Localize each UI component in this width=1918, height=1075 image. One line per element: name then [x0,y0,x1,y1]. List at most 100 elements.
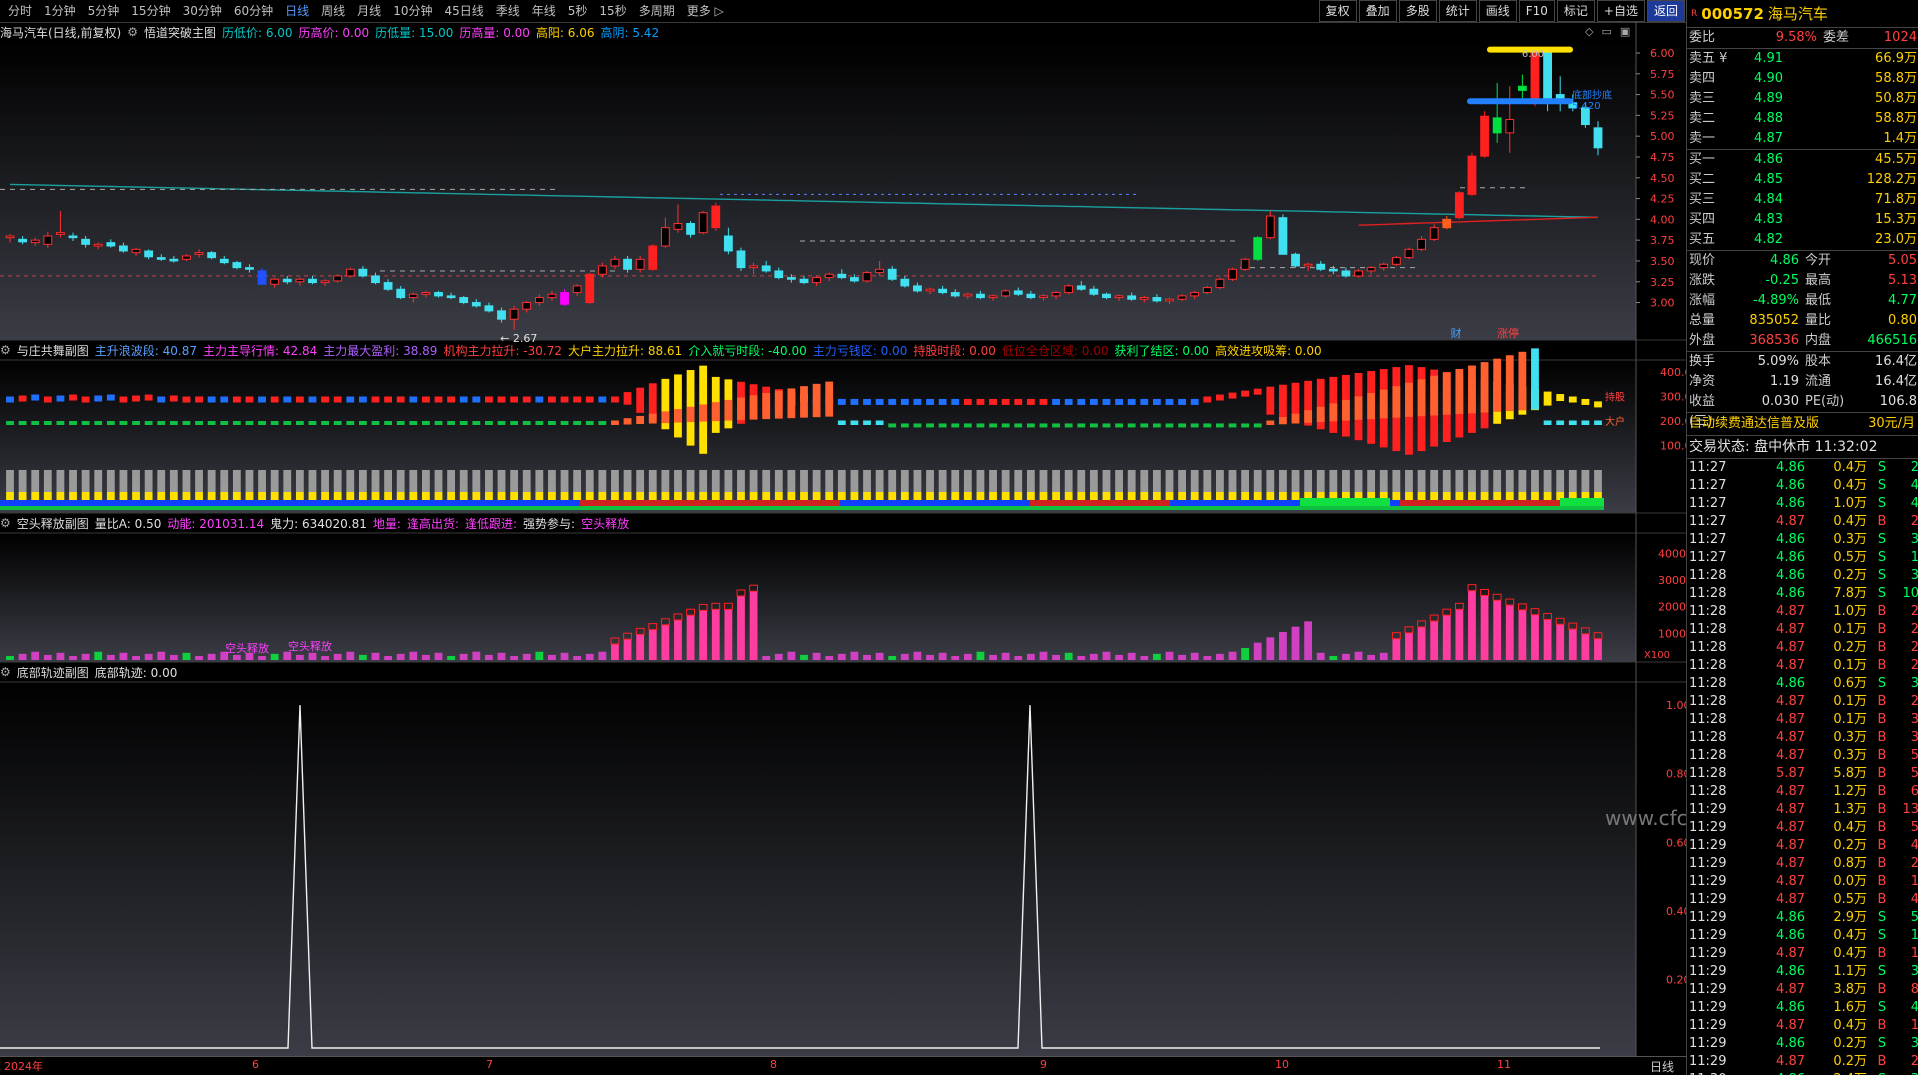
p2-gray-bar [132,470,140,492]
order-price: 4.82 [1754,232,1783,247]
p2-gray-bar [863,470,871,492]
p2-gray-bar [1241,470,1250,492]
year-label: 2024年 [4,1060,43,1073]
p2-gray-bar [1203,470,1212,492]
p2-gray-bar [510,470,519,492]
candle-body [1467,155,1477,195]
order-row[interactable]: 买三 4.84 71.8万 [1687,190,1918,210]
tick-price: 4.87 [1776,604,1805,619]
p2-lower-bar [447,421,456,425]
p2-yellow-band [585,492,594,500]
tick-volume: 5.8万 [1833,766,1867,781]
panel2-title[interactable]: 与庄共舞副图 [17,342,89,359]
tick-row: 11:29 4.86 0.4万 S1 [1687,927,1918,945]
chart-area[interactable]: 6.00 5.75 5.50 5.25 5.00 4.75 4.50 4.25 4.00 3.75… [0,0,1686,1075]
order-price: 4.87 [1754,131,1783,146]
tick-count: 3 [1897,567,1918,585]
p3-volume-bar [132,656,140,660]
order-row[interactable]: 卖三 4.89 50.8万 [1687,89,1918,109]
candle-body [635,258,645,270]
p2-yellow-band [18,492,27,500]
stock-name[interactable]: 海马汽车 [1768,3,1828,24]
p2-gray-bar [421,470,430,492]
price-tick: 6.00 [1650,47,1675,60]
order-row[interactable]: 买五 4.82 23.0万 [1687,230,1918,250]
order-row[interactable]: 卖二 4.88 58.8万 [1687,109,1918,129]
p2-lower-bar [232,421,241,425]
p3-volume-bar [598,651,607,660]
tick-count: 5 [1897,765,1918,783]
panel2-gear-icon[interactable]: ⚙ [0,343,11,357]
tick-volume: 1.0万 [1833,604,1867,619]
stat-row: 收益(三) 0.030 PE(动) 106.8 [1687,392,1918,429]
tick-volume: 0.4万 [1833,946,1867,961]
order-row[interactable]: 卖五 ¥ 4.91 66.9万 [1687,49,1918,69]
p2-yellow-band [434,492,443,500]
p3-volume-bar [1556,624,1565,660]
panel3-title[interactable]: 空头释放副图 [17,515,89,532]
p2-signal-bar [119,396,128,403]
candle-body [446,295,456,299]
candle-body [560,292,569,305]
p2-lower-bar [1001,423,1010,428]
p3-volume-bar [762,656,771,660]
p2-gray-bar [1493,470,1502,492]
panel4-gear-icon[interactable]: ⚙ [0,665,11,679]
order-volume: 66.9万 [1875,51,1917,66]
p2-gray-bar [1064,470,1073,492]
tick-price: 4.86 [1776,460,1805,475]
p3-volume-bar [1241,648,1250,660]
stat-row: 换手 5.09% 股本 16.4亿 [1687,352,1918,372]
p2-lower-bar [737,397,745,421]
p2-gray-bar [837,470,846,492]
p3-volume-bar [510,656,519,660]
p2-gray-bar [1190,470,1199,492]
candle-body [1114,295,1124,299]
p2-lower-bar [472,421,481,425]
p2-gray-bar [169,470,178,492]
tick-count: 2 [1897,621,1918,639]
order-row[interactable]: 卖四 4.90 58.8万 [1687,69,1918,89]
order-row[interactable]: 买二 4.85 128.2万 [1687,170,1918,190]
tick-count: 2 [1897,513,1918,531]
order-label: 卖四 [1689,71,1716,86]
tick-count: 13 [1902,802,1918,817]
candle-body [1228,268,1237,280]
p2-signal-bar [1052,398,1060,405]
period-label[interactable]: 日线 [1650,1058,1674,1075]
panel4-title[interactable]: 底部轨迹副图 [17,664,89,681]
order-price: 4.84 [1754,192,1783,207]
p2-signal-bar [232,396,241,403]
auto-renew-bar[interactable]: 自动续费通达信普及版 30元/月 [1687,412,1918,436]
order-row[interactable]: 卖一 4.87 1.4万 [1687,129,1918,149]
tick-list[interactable]: 11:274.860.4万S211:274.860.4万S411:274.861… [1687,459,1918,1075]
stock-code[interactable]: 000572 [1701,5,1764,23]
p3-volume-bar [497,652,506,660]
p2-green-strip [1300,498,1390,506]
candle-body [1303,263,1313,267]
p3-volume-bar [1001,652,1010,660]
p2-lower-bar [220,421,229,425]
order-volume: 15.3万 [1875,212,1917,227]
panel2-axis-tick: 200.0 [1660,415,1686,428]
panel3-gear-icon[interactable]: ⚙ [0,516,11,530]
order-price: 4.90 [1754,71,1783,86]
p2-lower-bar [812,383,821,418]
p2-yellow-band [144,492,153,500]
p2-gray-bar [245,470,254,492]
tick-time: 11:28 [1689,694,1727,709]
tick-side: S [1877,586,1887,601]
order-row[interactable]: 买一 4.86 45.5万 [1687,150,1918,170]
p3-volume-bar [270,653,279,660]
tick-price: 5.87 [1776,766,1805,781]
p2-gray-bar [434,470,443,492]
p2-gray-bar [1165,470,1174,492]
tick-row: 11:29 4.87 0.4万 B1 [1687,945,1918,963]
tick-volume: 2.9万 [1833,910,1867,925]
p3-volume-bar [396,653,405,660]
tick-price: 4.86 [1776,1000,1805,1015]
order-row[interactable]: 买四 4.83 15.3万 [1687,210,1918,230]
p2-yellow-band [1115,492,1123,500]
p2-lower-bar [295,421,304,425]
p2-lower-bar [409,421,418,425]
